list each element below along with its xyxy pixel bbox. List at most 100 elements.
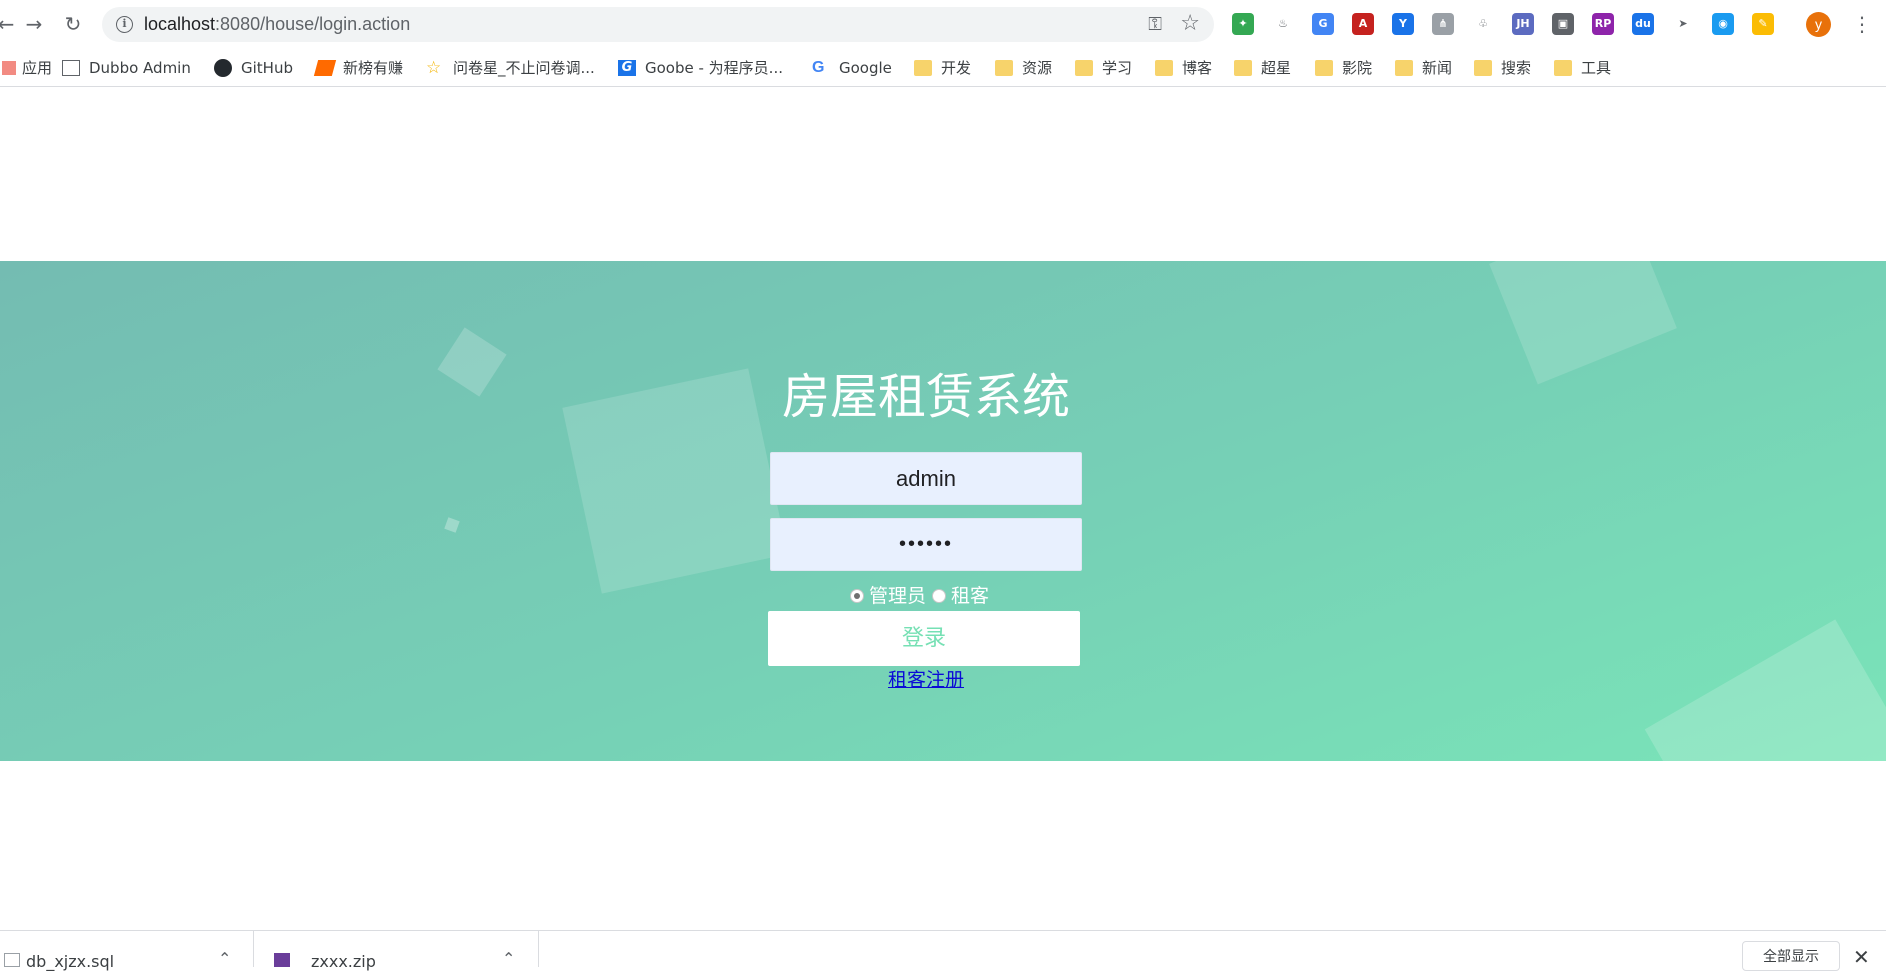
file-icon (4, 953, 20, 967)
bookmark-folder-chaoxing[interactable]: 超星 (1234, 57, 1291, 79)
profile-avatar[interactable]: y (1806, 12, 1831, 37)
ext-green-icon[interactable]: ✦ (1232, 13, 1254, 35)
username-input[interactable] (770, 452, 1082, 505)
password-input[interactable] (770, 518, 1082, 571)
folder-icon (1155, 60, 1173, 76)
bookmark-dubbo-admin[interactable]: Dubbo Admin (62, 57, 191, 79)
bookmark-label: 新闻 (1422, 59, 1453, 77)
ext-cursor-icon[interactable]: ➤ (1672, 13, 1694, 35)
bookmark-apps[interactable]: 应用 (2, 57, 52, 79)
download-item[interactable]: db_xjzx.sql ⌃ (0, 931, 254, 971)
bookmark-label: 工具 (1581, 59, 1612, 77)
ext-java-icon[interactable]: ♨ (1272, 13, 1294, 35)
site-info-icon[interactable]: i (116, 16, 133, 33)
archive-icon (274, 953, 290, 967)
tenant-register-link[interactable]: 租客注册 (0, 667, 1852, 693)
ext-acrobat-icon[interactable]: A (1352, 13, 1374, 35)
ext-jh-icon[interactable]: JH (1512, 13, 1534, 35)
folder-icon (1395, 60, 1413, 76)
url-text[interactable]: localhost:8080/house/login.action (144, 15, 410, 34)
browser-menu-icon[interactable]: ⋮ (1852, 10, 1872, 38)
bookmark-folder-blog[interactable]: 博客 (1155, 57, 1212, 79)
folder-icon (1234, 60, 1252, 76)
bookmark-label: GitHub (241, 59, 293, 77)
bookmark-github[interactable]: GitHub (214, 57, 293, 79)
login-button[interactable]: 登录 (768, 611, 1080, 666)
folder-icon (995, 60, 1013, 76)
ext-leaf-icon[interactable]: ♧ (1472, 13, 1494, 35)
bookmark-wenjuanxing[interactable]: ☆ 问卷星_不止问卷调... (426, 57, 595, 79)
xbyz-icon (313, 60, 337, 76)
decorative-square (1489, 261, 1677, 385)
bookmark-folder-news[interactable]: 新闻 (1395, 57, 1452, 79)
ext-chat-icon[interactable]: ◉ (1712, 13, 1734, 35)
bookmark-star-icon[interactable]: ☆ (1180, 11, 1200, 36)
bookmark-label: 影院 (1342, 59, 1373, 77)
folder-icon (1315, 60, 1333, 76)
download-item[interactable]: zxxx.zip ⌃ (254, 931, 539, 971)
bookmark-label: Dubbo Admin (89, 59, 191, 77)
download-bar: db_xjzx.sql ⌃ zxxx.zip ⌃ 全部显示 ✕ (0, 930, 1886, 971)
wjx-icon: ☆ (426, 58, 442, 78)
page-title: 房屋租赁系统 (781, 369, 1070, 425)
show-all-downloads-button[interactable]: 全部显示 (1742, 941, 1840, 971)
download-filename: db_xjzx.sql (26, 952, 115, 971)
bookmark-folder-tools[interactable]: 工具 (1554, 57, 1611, 79)
ext-du-icon[interactable]: du (1632, 13, 1654, 35)
bookmark-label: Goobe - 为程序员... (645, 59, 783, 77)
role-admin-label[interactable]: 管理员 (869, 584, 926, 608)
address-bar[interactable]: i localhost:8080/house/login.action ⚿ ☆ (102, 7, 1214, 42)
folder-icon (1075, 60, 1093, 76)
url-path: :8080/house/login.action (215, 14, 411, 34)
apps-icon (2, 61, 16, 75)
bookmarks-bar: 应用 Dubbo Admin GitHub 新榜有赚 ☆ 问卷星_不止问卷调... G Goo… (0, 48, 1886, 87)
url-host: localhost (144, 14, 216, 34)
reload-icon[interactable]: ↻ (61, 12, 85, 36)
browser-toolbar: ← → ↻ i localhost:8080/house/login.actio… (0, 0, 1886, 48)
forward-arrow-icon[interactable]: → (22, 12, 46, 36)
bookmark-label: 新榜有赚 (343, 59, 404, 77)
role-admin-radio[interactable] (850, 589, 864, 603)
bookmark-folder-resources[interactable]: 资源 (995, 57, 1052, 79)
folder-icon (1554, 60, 1572, 76)
bookmark-label: 搜索 (1501, 59, 1532, 77)
role-selector: 管理员 租客 (850, 584, 995, 608)
bookmark-label: 资源 (1022, 59, 1053, 77)
folder-icon (1474, 60, 1492, 76)
download-filename: zxxx.zip (311, 952, 376, 971)
back-arrow-icon[interactable]: ← (0, 12, 18, 36)
bookmark-google[interactable]: G Google (812, 57, 892, 79)
dubbo-icon (62, 60, 80, 76)
bookmark-label: 超星 (1261, 59, 1292, 77)
login-banner: 房屋租赁系统 管理员 租客 登录 租客注册 (0, 261, 1886, 761)
google-icon: G (812, 59, 825, 76)
ext-y-icon[interactable]: Y (1392, 13, 1414, 35)
chevron-up-icon[interactable]: ⌃ (502, 949, 515, 968)
ext-screen-icon[interactable]: ▣ (1552, 13, 1574, 35)
bookmark-label: 应用 (22, 59, 53, 77)
ext-rp-icon[interactable]: RP (1592, 13, 1614, 35)
key-icon[interactable]: ⚿ (1148, 14, 1162, 35)
role-tenant-radio[interactable] (932, 589, 947, 603)
ext-translate-icon[interactable]: G (1312, 13, 1334, 35)
bookmark-label: 问卷星_不止问卷调... (453, 59, 595, 77)
chevron-up-icon[interactable]: ⌃ (218, 949, 231, 968)
ext-color-icon[interactable]: ✎ (1752, 13, 1774, 35)
bookmark-label: 博客 (1182, 59, 1213, 77)
role-tenant-label[interactable]: 租客 (951, 584, 989, 608)
bookmark-label: 学习 (1102, 59, 1133, 77)
github-icon (214, 59, 232, 77)
folder-icon (914, 60, 932, 76)
bookmark-folder-cinema[interactable]: 影院 (1315, 57, 1372, 79)
close-icon[interactable]: ✕ (1853, 945, 1870, 969)
bookmark-folder-study[interactable]: 学习 (1075, 57, 1132, 79)
bookmark-folder-dev[interactable]: 开发 (914, 57, 971, 79)
bookmark-goobe[interactable]: G Goobe - 为程序员... (618, 57, 783, 79)
goobe-icon: G (618, 60, 636, 76)
bookmark-xinbang[interactable]: 新榜有赚 (313, 57, 404, 79)
bookmark-label: Google (839, 59, 892, 77)
decorative-square (444, 517, 460, 533)
bookmark-label: 开发 (941, 59, 972, 77)
bookmark-folder-search[interactable]: 搜索 (1474, 57, 1531, 79)
ext-tree-icon[interactable]: ⋔ (1432, 13, 1454, 35)
